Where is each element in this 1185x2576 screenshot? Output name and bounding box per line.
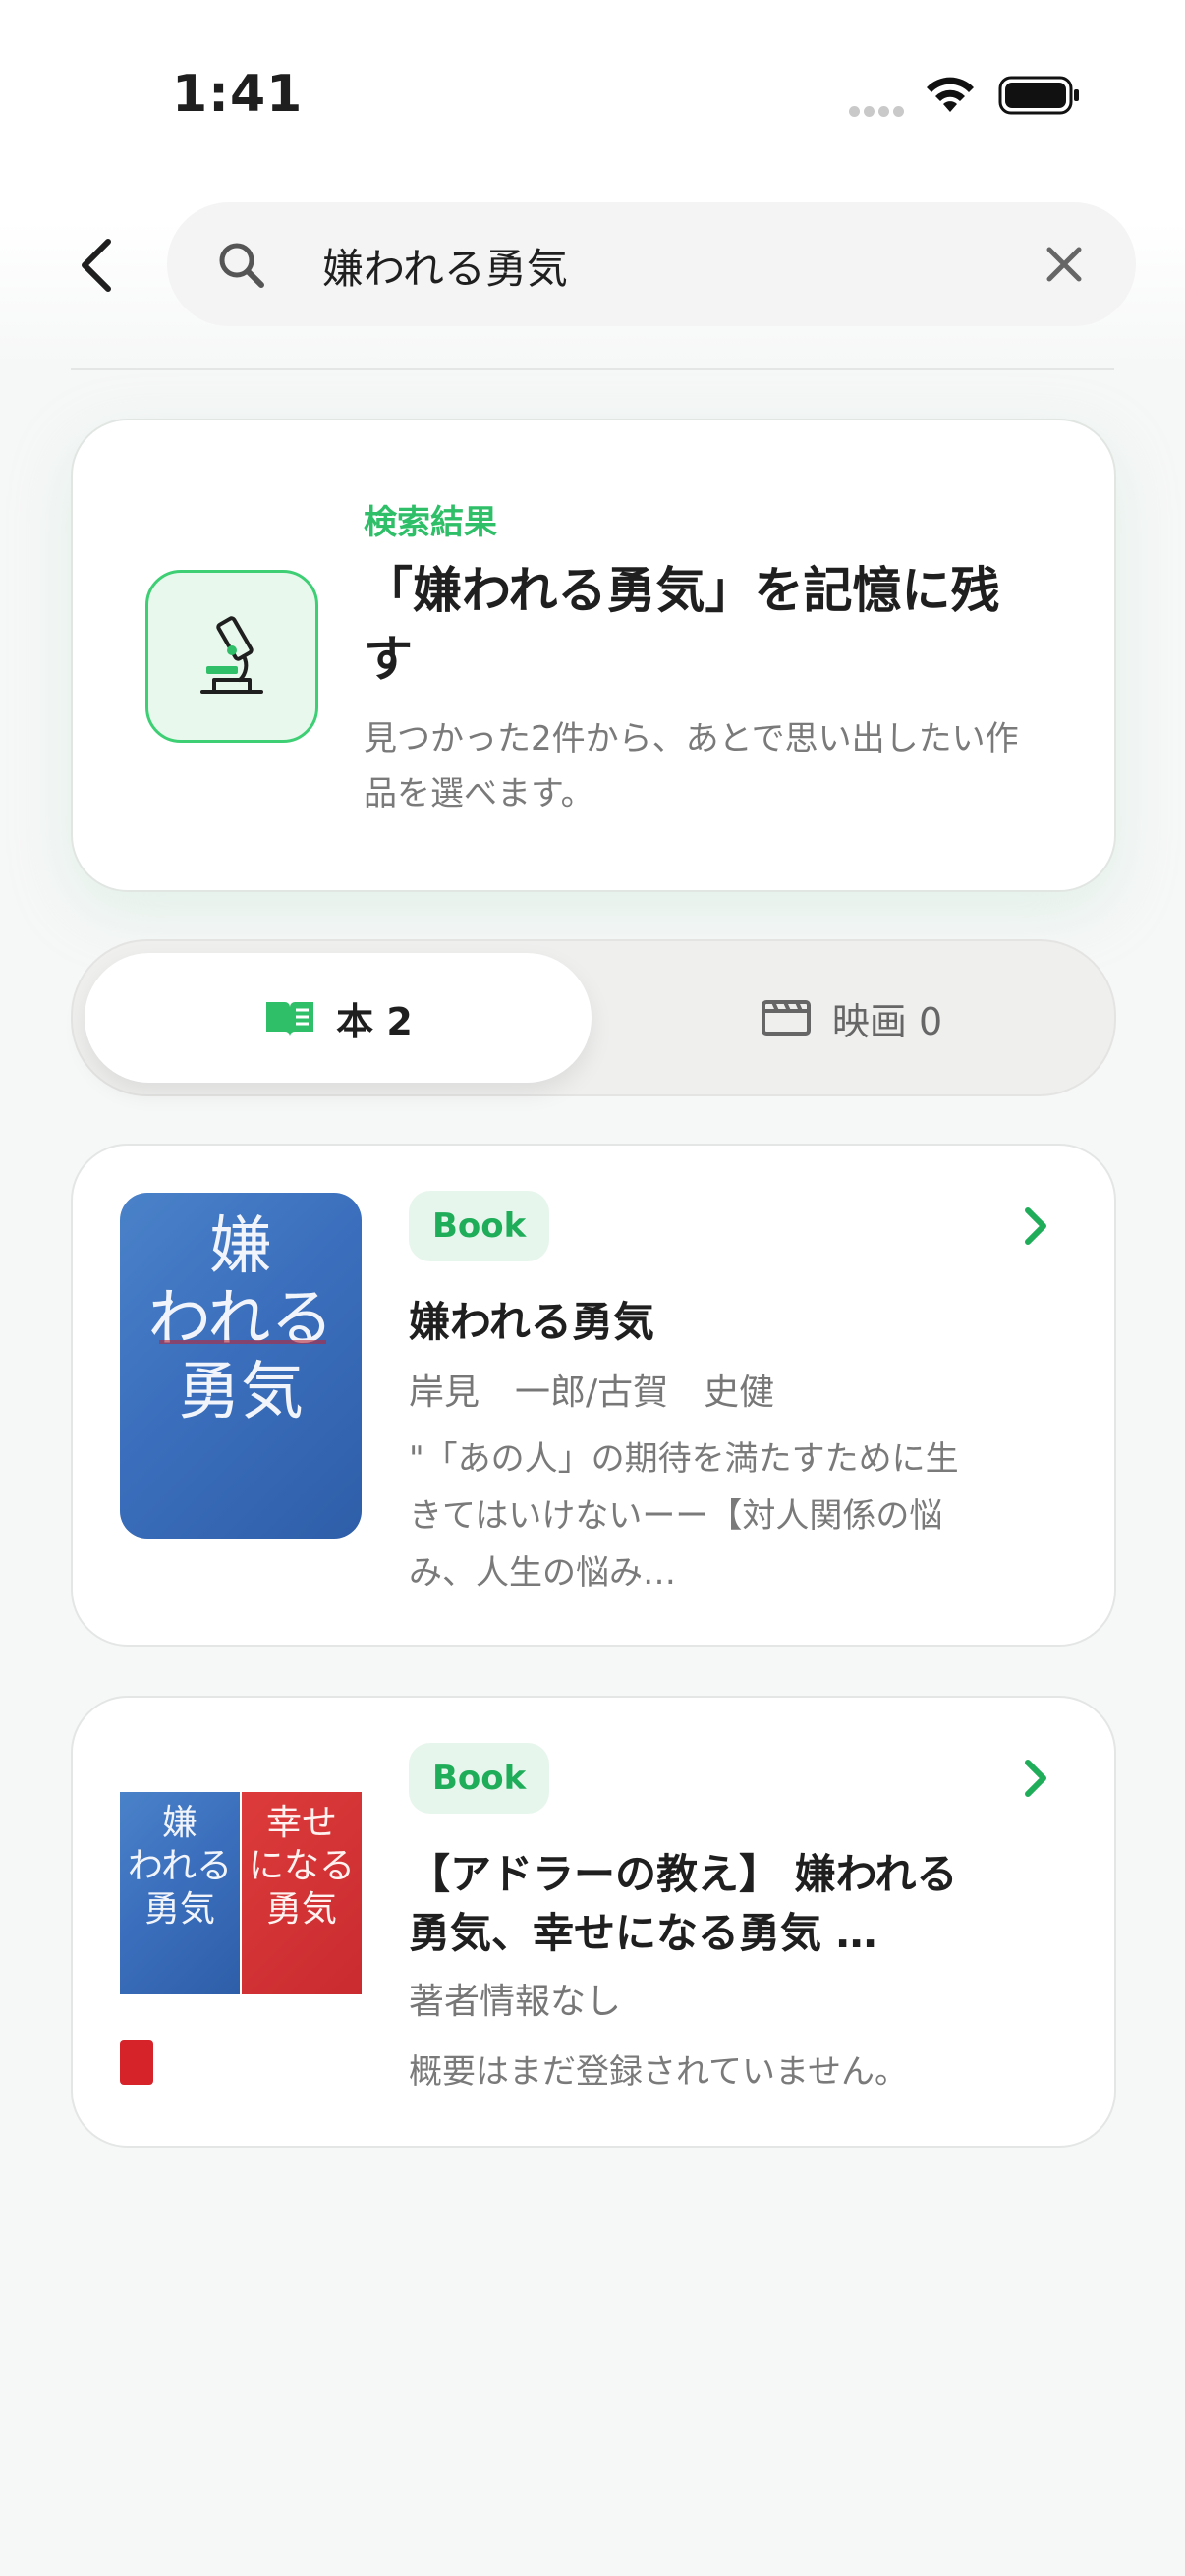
hero-description: 見つかった2件から、あとで思い出したい作品を選べます。 [364, 719, 1019, 813]
tab-movies-label: 映画 0 [831, 999, 943, 1043]
search-input[interactable] [320, 232, 1012, 299]
search-icon [219, 243, 264, 288]
book-author: 岸見 一郎/古賀 史健 [409, 1372, 775, 1413]
set-label-tag [120, 2040, 153, 2085]
back-button[interactable] [67, 234, 126, 297]
book-author: 著者情報なし [409, 1982, 622, 2022]
search-result-summary-card: 検索結果 「嫌われる勇気」を記憶に残す 見つかった2件から、あとで思い出したい作… [71, 419, 1116, 892]
search-bar [167, 202, 1136, 326]
book-title: 【アドラーの教え】 嫌われる勇気、幸せになる勇気 … [409, 1850, 958, 1957]
clapperboard-icon [761, 1000, 811, 1036]
tab-books-label: 本 2 [336, 999, 413, 1043]
media-badge: Book [409, 1743, 550, 1814]
media-badge: Book [409, 1191, 550, 1261]
tab-books[interactable]: 本 2 [85, 953, 592, 1083]
hero-eyebrow: 検索結果 [364, 503, 497, 542]
book-icon [266, 1002, 314, 1036]
tab-movies[interactable]: 映画 0 [599, 953, 1102, 1083]
hero-title: 「嫌われる勇気」を記憶に残す [364, 562, 1000, 688]
book-summary: 概要はまだ登録されていません。 [409, 2052, 908, 2092]
result-card[interactable]: 嫌 われる 勇気 Book 嫌われる勇気 岸見 一郎/古賀 史健 "「あの人」の… [71, 1144, 1116, 1647]
header-divider [71, 368, 1114, 370]
battery-icon [998, 76, 1079, 115]
clear-search-icon[interactable] [1040, 240, 1089, 289]
chevron-right-icon [1025, 1760, 1046, 1797]
book-summary: "「あの人」の期待を満たすために生きてはいけないーー【対人関係の悩み、人生の悩み… [409, 1439, 959, 1593]
media-type-tabs: 本 2 映画 0 [71, 939, 1116, 1096]
book-cover: 嫌 われる 勇気 幸せ になる 勇気 [120, 1792, 362, 1994]
microscope-icon [145, 570, 318, 743]
book-title: 嫌われる勇気 [409, 1298, 654, 1346]
chevron-right-icon [1025, 1207, 1046, 1245]
signal-dots-icon [849, 102, 908, 117]
book-cover: 嫌 われる 勇気 [120, 1193, 362, 1539]
status-time: 1:41 [172, 65, 304, 124]
result-card[interactable]: 嫌 われる 勇気 幸せ になる 勇気 Book 【アドラーの教え】 嫌われる勇気… [71, 1696, 1116, 2148]
wifi-icon [927, 77, 974, 112]
chevron-left-icon [82, 239, 111, 292]
